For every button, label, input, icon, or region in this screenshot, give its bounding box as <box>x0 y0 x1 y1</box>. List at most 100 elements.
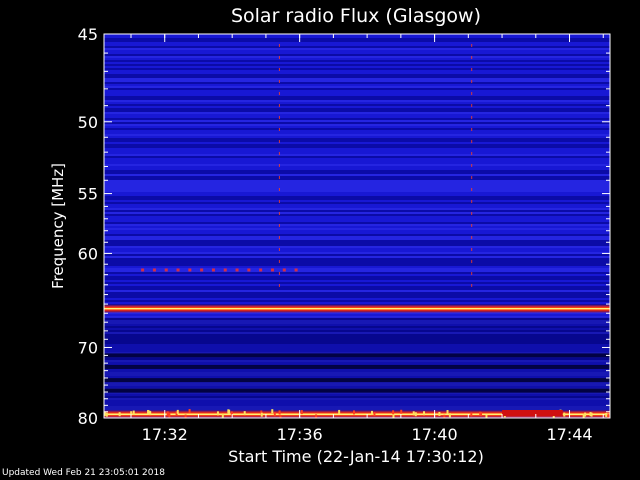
spectrum-stripe <box>104 160 610 162</box>
bottom-speckle <box>414 412 417 417</box>
spectrum-stripe <box>104 36 610 38</box>
spectrum-stripe <box>104 178 610 180</box>
bottom-speckle <box>423 411 426 416</box>
spectrum-stripe <box>104 46 610 48</box>
bottom-speckle <box>392 410 395 415</box>
spectrum-stripe <box>104 266 610 268</box>
emission-dot <box>223 268 227 272</box>
frequency-stripes <box>104 34 610 418</box>
spectrum-stripe <box>104 120 610 122</box>
chart-title: Solar radio Flux (Glasgow) <box>231 5 481 27</box>
spectrum-stripe <box>104 218 610 220</box>
bottom-speckle <box>563 412 566 417</box>
bottom-speckle <box>470 412 473 417</box>
spectrum-stripe <box>104 70 610 72</box>
bottom-speckle <box>584 412 587 417</box>
spectrum-stripe <box>104 54 610 56</box>
spectrum-stripe <box>104 246 610 248</box>
spectrum-stripe <box>104 66 610 68</box>
y-tick-label: 60 <box>78 244 98 263</box>
bottom-segment <box>502 410 563 416</box>
bottom-speckle <box>168 413 171 418</box>
spectrum-stripe <box>104 284 610 286</box>
spectrum-stripe <box>104 60 610 62</box>
bottom-speckle <box>132 410 135 415</box>
spectrum-stripe <box>104 114 610 116</box>
spectrum-stripe <box>104 194 610 196</box>
x-tick-label: 17:40 <box>412 425 458 444</box>
spectrum-stripe <box>104 280 610 282</box>
spectrum-stripe <box>104 202 610 204</box>
spectrum-stripe <box>104 314 610 316</box>
emission-dot <box>188 268 192 272</box>
x-tick-label: 17:44 <box>546 425 592 444</box>
spectrum-stripe <box>104 58 610 60</box>
spectrum-stripe <box>104 144 610 146</box>
spectrum-stripe <box>104 264 610 266</box>
spectrum-stripe <box>104 102 610 104</box>
spectrum-stripe <box>104 292 610 294</box>
spectrum-stripe <box>104 180 610 182</box>
spectrum-stripe <box>104 240 610 242</box>
spectrum-stripe <box>104 118 610 120</box>
update-timestamp: Updated Wed Feb 21 23:05:01 2018 <box>2 468 165 478</box>
spectrum-stripe <box>104 276 610 278</box>
spectrum-stripe <box>104 232 610 234</box>
spectrum-stripe <box>104 88 610 90</box>
spectrum-stripe <box>104 252 610 254</box>
bottom-speckle <box>149 411 152 416</box>
spectrum-stripe <box>104 286 610 288</box>
y-tick-label: 55 <box>78 185 98 204</box>
y-tick-label: 70 <box>78 338 98 357</box>
spectrum-stripe <box>104 256 610 258</box>
spectrum-stripe <box>104 110 610 112</box>
spectrum-stripe <box>104 298 610 300</box>
spectrum-stripe <box>104 244 610 246</box>
bottom-speckle <box>607 414 610 418</box>
spectrum-stripe <box>104 222 610 224</box>
spectrum-stripe <box>104 184 610 186</box>
spectrum-stripe <box>104 258 610 260</box>
spectrum-stripe <box>104 196 610 198</box>
bottom-speckle <box>371 410 374 415</box>
spectrum-stripe <box>104 270 610 272</box>
bottom-speckle <box>260 412 263 417</box>
spectrum-stripe <box>104 228 610 230</box>
spectrum-stripe <box>104 156 610 158</box>
spectrum-stripe <box>104 92 610 94</box>
emission-dot <box>259 268 263 272</box>
spectrum-stripe <box>104 74 610 76</box>
bottom-speckle <box>216 411 219 416</box>
spectrum-stripe <box>104 278 610 280</box>
spectrum-stripe <box>104 48 610 50</box>
spectrum-stripe <box>104 82 610 84</box>
emission-dot <box>164 268 168 272</box>
spectrum-stripe <box>104 146 610 148</box>
spectrum-stripe <box>104 234 610 236</box>
spectrum-stripe <box>104 64 610 66</box>
spectrum-stripe <box>104 122 610 124</box>
spectrum-stripe <box>104 164 610 166</box>
spectrum-stripe <box>104 40 610 42</box>
spectrum-stripe <box>104 78 610 80</box>
x-tick-label: 17:36 <box>277 425 323 444</box>
spectrum-stripe <box>104 174 610 176</box>
bottom-speckle <box>448 413 451 418</box>
spectrum-stripe <box>104 84 610 86</box>
spectrum-stripe <box>104 152 610 154</box>
spectrum-stripe <box>104 170 610 172</box>
x-tick-label: 17:32 <box>142 425 188 444</box>
spectrum-stripe <box>104 142 610 144</box>
spectrum-stripe <box>104 176 610 178</box>
bottom-speckle <box>353 410 356 415</box>
spectrum-stripe <box>104 148 610 150</box>
spectrum-stripe <box>104 254 610 256</box>
emission-dot <box>211 268 215 272</box>
spectrogram-chart: Solar radio Flux (Glasgow) 455055607080 … <box>49 5 611 466</box>
spectrum-stripe <box>104 168 610 170</box>
spectrum-stripe <box>104 128 610 130</box>
spectrum-stripe <box>104 294 610 296</box>
spectrum-stripe <box>104 86 610 88</box>
bottom-speckle <box>590 412 593 417</box>
spectrum-stripe <box>104 162 610 164</box>
